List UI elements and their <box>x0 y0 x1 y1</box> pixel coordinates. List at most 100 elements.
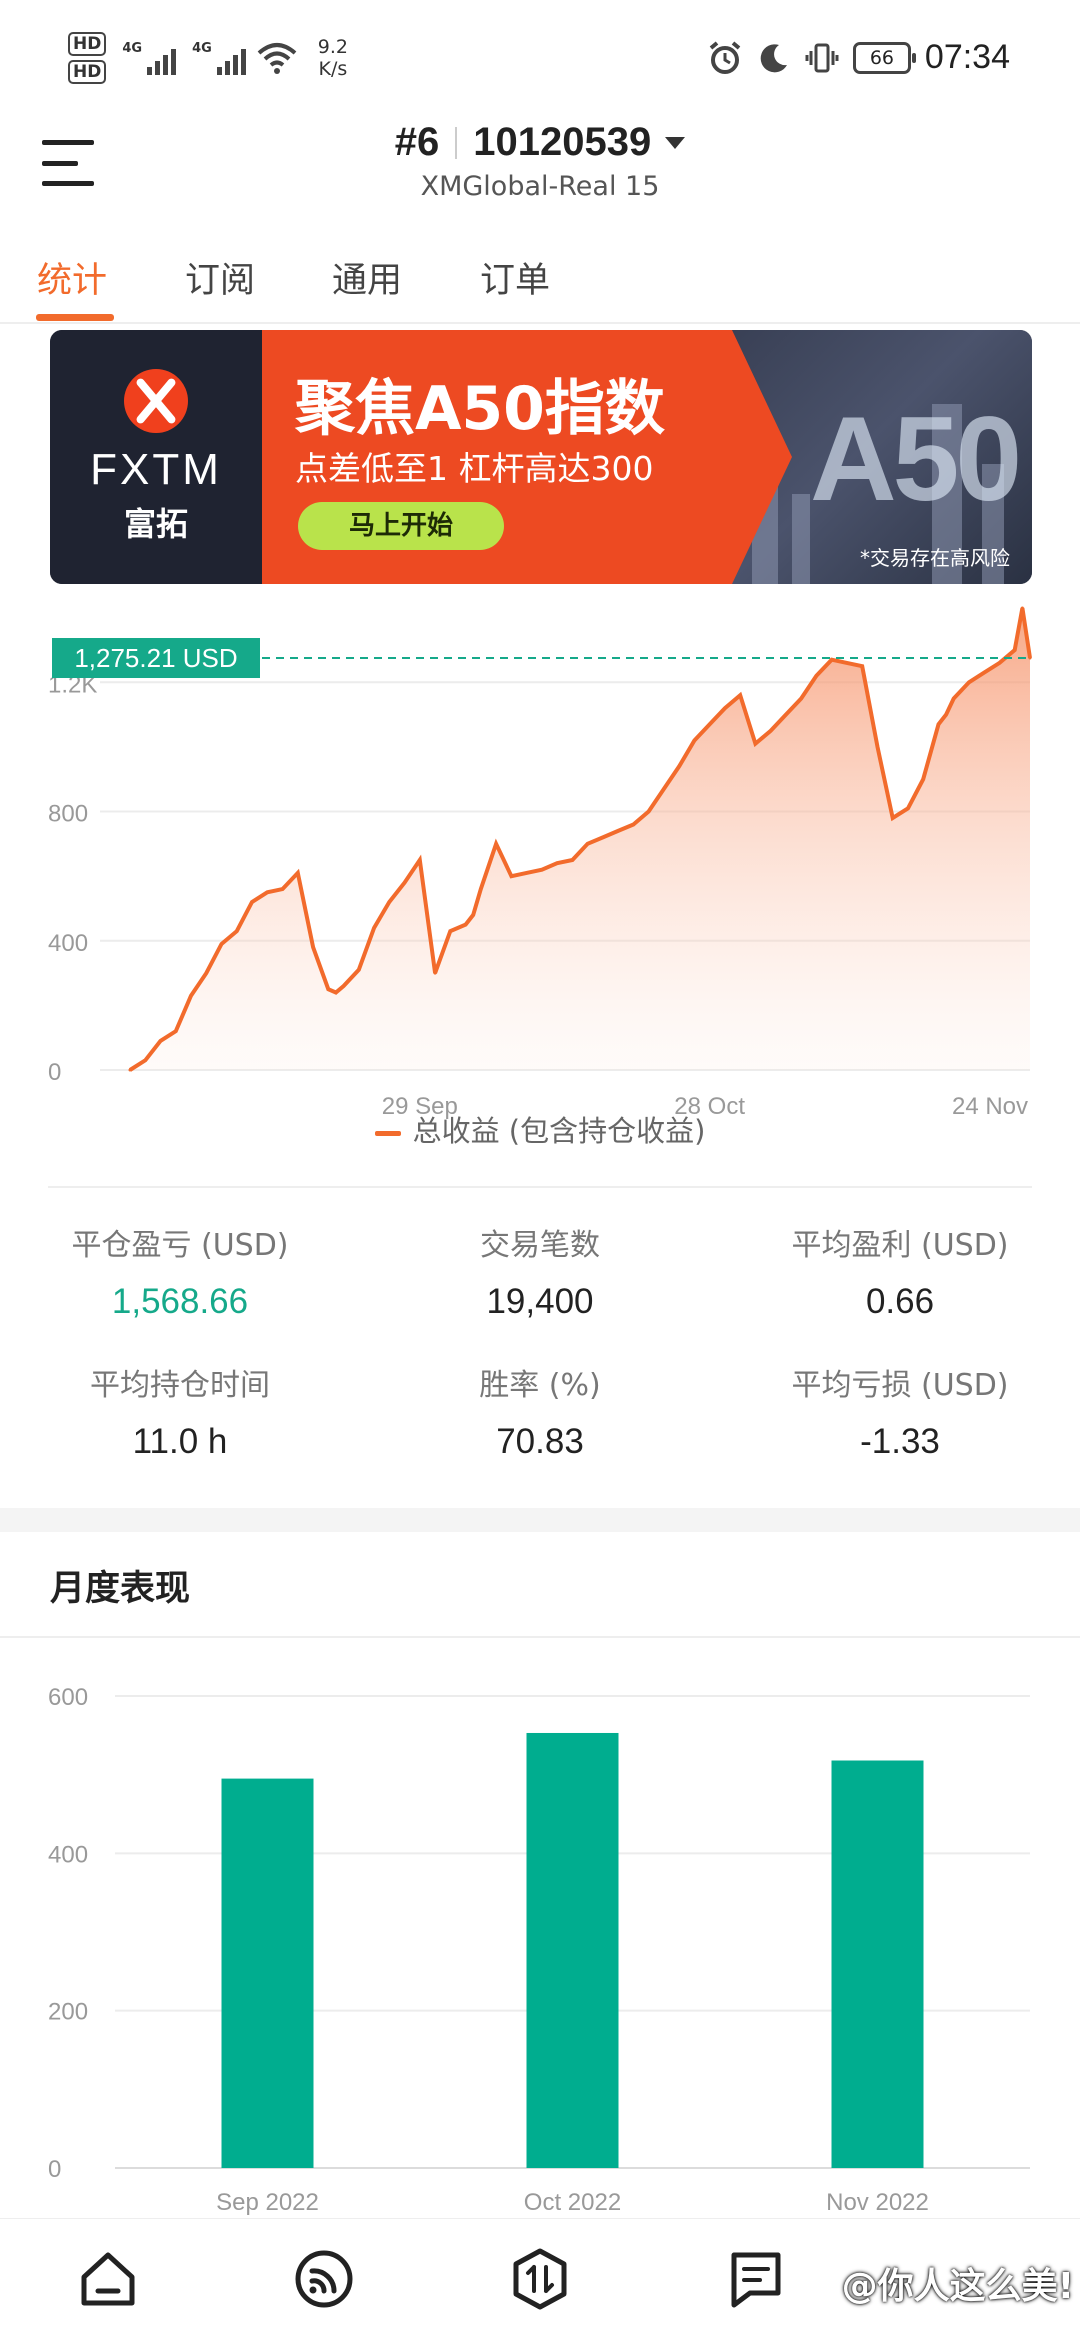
equity-point <box>784 713 788 717</box>
banner-a50-text: A50 <box>810 392 1022 526</box>
equity-point <box>296 871 300 875</box>
net2-label: 4G <box>192 41 212 56</box>
account-separator <box>455 126 458 159</box>
banner-risk-note: *交易存在高风险 <box>860 546 1010 570</box>
watermark: @你人这么美! <box>841 2266 1074 2307</box>
equity-point <box>692 738 696 742</box>
equity-point <box>479 887 483 891</box>
stat-label: 交易笔数 <box>480 1228 600 1263</box>
equity-point <box>1013 648 1017 652</box>
network-speed: 9.2 K/s <box>318 36 348 80</box>
banner-cta-button[interactable]: 马上开始 <box>298 502 504 550</box>
equity-point <box>334 990 338 994</box>
tab-bar: 统计 订阅 通用 订单 <box>0 240 1080 324</box>
banner-arrow <box>732 330 792 584</box>
vibrate-icon <box>805 43 839 72</box>
x-tick-label: Oct 2022 <box>524 2189 621 2216</box>
stat-value: 11.0 h <box>132 1422 228 1461</box>
server-name: XMGlobal-Real 15 <box>420 171 660 202</box>
tab-orders[interactable]: 订单 <box>480 252 550 303</box>
y-tick-label: 400 <box>48 1841 88 1868</box>
monthly-bar-chart: 0 200 400 600 Sep 2022 Oct 2022 Nov 2022 <box>48 1684 1030 2216</box>
equity-point <box>586 842 590 846</box>
equity-point <box>357 968 361 972</box>
equity-point <box>250 900 254 904</box>
equity-point <box>311 945 315 949</box>
battery-icon: 66 <box>852 41 916 74</box>
equity-point <box>494 842 498 846</box>
equity-point <box>570 858 574 862</box>
account-id: 10120539 <box>473 120 652 164</box>
active-tab-indicator <box>36 314 114 321</box>
equity-point <box>860 664 864 668</box>
stat-avg-hold-time: 平均持仓时间 11.0 h <box>0 1360 360 1462</box>
equity-point <box>616 829 620 833</box>
stat-trade-count: 交易笔数 19,400 <box>360 1220 720 1322</box>
stat-avg-profit: 平均盈利 (USD) 0.66 <box>720 1220 1080 1322</box>
home-icon[interactable] <box>76 2247 140 2311</box>
bar-sep-2022 <box>221 1778 314 2168</box>
y-tick-label: 600 <box>48 1684 88 1711</box>
account-selector[interactable]: #6 10120539 XMGlobal-Real 15 <box>0 120 1080 202</box>
signal-icon: 4G <box>122 41 177 75</box>
banner-brand: FXTM <box>90 445 222 494</box>
legend-swatch <box>374 1130 401 1136</box>
chevron-down-icon[interactable] <box>665 136 686 149</box>
equity-point <box>174 1029 178 1033</box>
status-bar-right: 66 07:34 <box>707 38 1010 77</box>
equity-point <box>189 994 193 998</box>
section-divider <box>0 1636 1080 1638</box>
stat-label: 平仓盈亏 (USD) <box>71 1228 289 1263</box>
clock: 07:34 <box>924 38 1010 76</box>
equity-point <box>708 722 712 726</box>
equity-point <box>509 874 513 878</box>
y-tick-label: 200 <box>48 1999 88 2026</box>
equity-point <box>814 674 818 678</box>
equity-point <box>433 971 437 975</box>
equity-point <box>845 661 849 665</box>
wifi-icon <box>257 43 297 74</box>
trade-icon[interactable] <box>508 2247 572 2311</box>
equity-point <box>982 671 986 675</box>
equity-point <box>1020 606 1024 610</box>
equity-point <box>891 816 895 820</box>
equity-point <box>769 729 773 733</box>
tab-subscribe[interactable]: 订阅 <box>185 252 255 303</box>
stat-win-rate: 胜率 (%) 70.83 <box>360 1360 720 1462</box>
fxtm-logo-icon <box>124 369 188 433</box>
y-tick-label: 800 <box>48 801 88 828</box>
equity-point <box>799 696 803 700</box>
status-bar-left: HD HD 4G 4G 9.2 K/s <box>68 30 348 86</box>
banner-brand-panel: FXTM 富拓 <box>50 330 262 584</box>
app-header: #6 10120539 XMGlobal-Real 15 <box>0 120 1080 230</box>
equity-point <box>220 942 224 946</box>
signal-icon-2: 4G <box>192 41 246 75</box>
equity-point <box>738 693 742 697</box>
current-value-label: 1,275.21 USD <box>74 643 237 673</box>
tab-general[interactable]: 通用 <box>332 252 402 303</box>
equity-point <box>647 810 651 814</box>
news-icon[interactable] <box>724 2247 788 2311</box>
equity-point <box>128 1068 132 1072</box>
equity-point <box>631 822 635 826</box>
equity-point <box>448 929 452 933</box>
banner-subtitle: 点差低至1 杠杆高达300 <box>295 449 654 488</box>
equity-point <box>944 713 948 717</box>
equity-point <box>906 806 910 810</box>
equity-point <box>952 696 956 700</box>
equity-point <box>601 835 605 839</box>
stat-label: 胜率 (%) <box>479 1368 601 1403</box>
equity-point <box>372 926 376 930</box>
signal-icon[interactable] <box>292 2247 356 2311</box>
ad-banner[interactable]: FXTM 富拓 A50 聚焦A50指数 点差低至1 杠杆高达300 马上开始 *… <box>50 330 1032 584</box>
stat-label: 平均亏损 (USD) <box>791 1368 1009 1403</box>
bottom-nav: @你人这么美! <box>0 2218 1080 2340</box>
tab-stats[interactable]: 统计 <box>37 252 107 303</box>
y-tick-label: 400 <box>48 930 88 957</box>
net1-label: 4G <box>122 41 143 56</box>
equity-point <box>159 1039 163 1043</box>
equity-point <box>723 706 727 710</box>
banner-brand-cn: 富拓 <box>123 505 188 543</box>
equity-point <box>326 987 330 991</box>
equity-point <box>662 787 666 791</box>
